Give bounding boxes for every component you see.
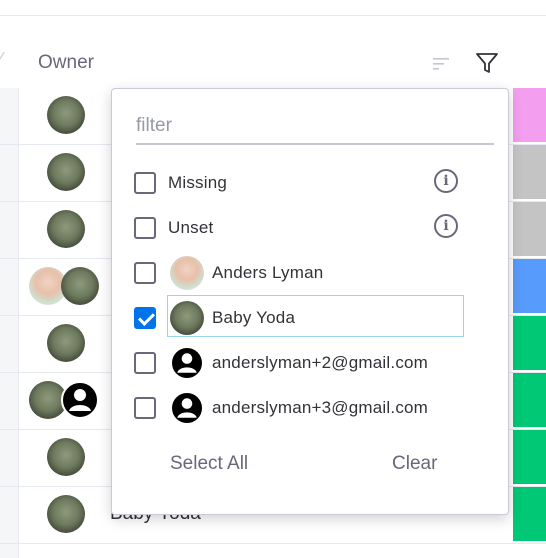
- filter-funnel-icon[interactable]: [475, 51, 499, 80]
- filter-option[interactable]: Missing i: [134, 163, 494, 205]
- option-label: anderslyman+2@gmail.com: [212, 353, 429, 372]
- filter-option[interactable]: Unset i: [134, 208, 494, 250]
- avatar: [47, 495, 85, 533]
- option-checkbox[interactable]: [134, 307, 156, 329]
- status-color-cell[interactable]: [513, 259, 546, 313]
- sort-icon[interactable]: [433, 57, 451, 76]
- filter-option[interactable]: anderslyman+2@gmail.com: [134, 343, 494, 385]
- option-checkbox[interactable]: [134, 397, 156, 419]
- user-avatar-icon: [61, 381, 99, 419]
- filter-search-input[interactable]: [136, 109, 494, 145]
- option-checkbox[interactable]: [134, 352, 156, 374]
- filter-option[interactable]: Anders Lyman: [134, 253, 494, 295]
- clear-button[interactable]: Clear: [386, 449, 443, 479]
- status-color-cell[interactable]: [513, 145, 546, 199]
- avatar: [170, 256, 204, 290]
- avatar: [47, 210, 85, 248]
- avatar: [47, 153, 85, 191]
- select-all-button[interactable]: Select All: [164, 449, 254, 479]
- filter-option[interactable]: anderslyman+3@gmail.com: [134, 388, 494, 430]
- option-checkbox[interactable]: [134, 217, 156, 239]
- info-icon[interactable]: i: [434, 169, 458, 193]
- top-divider: [0, 15, 546, 16]
- user-avatar-icon: [170, 346, 204, 380]
- option-label: Anders Lyman: [212, 263, 324, 282]
- status-color-cell[interactable]: [513, 202, 546, 256]
- status-color-cell[interactable]: [513, 430, 546, 484]
- option-label: anderslyman+3@gmail.com: [212, 398, 429, 417]
- avatar: [47, 324, 85, 362]
- avatar: [61, 267, 99, 305]
- owner-column-header: ⁄ Owner: [0, 40, 546, 88]
- user-avatar-icon: [170, 391, 204, 425]
- owner-filter-dropdown: MissingiUnsetiAnders LymanBaby Yodaander…: [111, 88, 509, 515]
- avatar: [47, 96, 85, 134]
- status-color-cell[interactable]: [513, 373, 546, 427]
- status-color-cell[interactable]: [513, 316, 546, 370]
- info-icon[interactable]: i: [434, 214, 458, 238]
- option-checkbox[interactable]: [134, 262, 156, 284]
- filter-actions: Select All Clear: [112, 449, 508, 489]
- option-label: Missing: [168, 173, 228, 192]
- previous-column-edge: ⁄: [0, 50, 3, 67]
- option-checkbox[interactable]: [134, 172, 156, 194]
- status-color-cell[interactable]: [513, 88, 546, 142]
- avatar: [47, 438, 85, 476]
- owner-column-title[interactable]: Owner: [38, 52, 94, 74]
- status-color-cell[interactable]: [513, 487, 546, 541]
- option-label: Unset: [168, 218, 214, 237]
- selected-option-highlight: [167, 295, 464, 337]
